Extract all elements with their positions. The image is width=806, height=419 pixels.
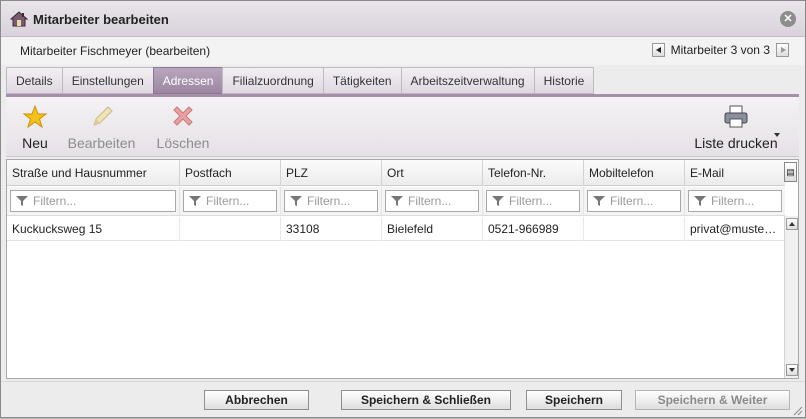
printer-icon (724, 105, 748, 128)
address-grid: Straße und Hausnummer Postfach PLZ Ort T… (6, 159, 799, 379)
scroll-up-icon[interactable] (786, 218, 798, 230)
save-button[interactable]: Speichern (526, 390, 622, 410)
funnel-icon (16, 196, 28, 206)
new-label: Neu (22, 135, 48, 151)
save-close-button[interactable]: Speichern & Schließen (341, 390, 511, 410)
column-header-postfach[interactable]: Postfach (180, 160, 281, 186)
funnel-icon (694, 196, 706, 206)
cell-ort: Bielefeld (382, 217, 483, 241)
grid-header: Straße und Hausnummer Postfach PLZ Ort T… (7, 160, 785, 186)
edit-employee-dialog: Mitarbeiter bearbeiten ✕ Mitarbeiter Fis… (0, 0, 806, 418)
tab-adressen[interactable]: Adressen (152, 67, 223, 94)
close-icon[interactable]: ✕ (780, 11, 796, 27)
cancel-button[interactable]: Abbrechen (204, 390, 309, 410)
column-header-mobiltelefon[interactable]: Mobiltelefon (584, 160, 685, 186)
delete-label: Löschen (156, 135, 210, 151)
house-icon (9, 11, 29, 27)
employee-caption: Mitarbeiter Fischmeyer (bearbeiten) (20, 44, 211, 58)
tab-arbeitszeitverwaltung[interactable]: Arbeitszeitverwaltung (400, 67, 534, 94)
column-chooser-icon[interactable]: ▤ (784, 162, 797, 182)
record-header: Mitarbeiter Fischmeyer (bearbeiten) Mita… (1, 37, 805, 65)
record-position: Mitarbeiter 3 von 3 (670, 43, 770, 57)
toolbar: Neu Bearbeiten Löschen Liste drucken (6, 97, 799, 157)
scroll-down-icon[interactable] (786, 364, 798, 376)
cell-telefon: 0521-966989 (483, 217, 584, 241)
filter-input[interactable]: Filtern... (688, 190, 782, 212)
cell-postfach (180, 217, 281, 241)
column-header-ort[interactable]: Ort (382, 160, 483, 186)
save-next-button[interactable]: Speichern & Weiter (635, 390, 790, 410)
filter-input[interactable]: Filtern... (486, 190, 580, 212)
cell-plz: 33108 (281, 217, 382, 241)
filter-input[interactable]: Filtern... (284, 190, 378, 212)
resize-grip-icon[interactable] (793, 405, 803, 416)
print-list-label: Liste drucken (694, 135, 778, 151)
column-header-plz[interactable]: PLZ (281, 160, 382, 186)
cell-mobiltelefon (584, 217, 685, 241)
record-navigator: Mitarbeiter 3 von 3 (651, 43, 789, 57)
dialog-footer: Abbrechen Speichern & Schließen Speicher… (1, 381, 805, 417)
cell-email: privat@muste… (690, 222, 777, 236)
funnel-icon (492, 196, 504, 206)
tab-filialzuordnung[interactable]: Filialzuordnung (222, 67, 323, 94)
chevron-down-icon[interactable] (774, 133, 780, 137)
window-title: Mitarbeiter bearbeiten (33, 12, 169, 27)
funnel-icon (391, 196, 403, 206)
funnel-icon (290, 196, 302, 206)
next-record-button[interactable] (776, 43, 789, 57)
cell-strasse: Kuckucksweg 15 (7, 217, 180, 241)
filter-input[interactable]: Filtern... (587, 190, 681, 212)
filter-input[interactable]: Filtern... (183, 190, 277, 212)
new-button[interactable]: Neu (15, 103, 55, 151)
delete-x-icon (173, 106, 193, 126)
filter-input[interactable]: Filtern... (10, 190, 176, 212)
filter-row: Filtern... Filtern... Filtern... Filtern… (7, 187, 785, 216)
column-header-strasse[interactable]: Straße und Hausnummer (7, 160, 180, 186)
edit-label: Bearbeiten (67, 135, 136, 151)
tab-historie[interactable]: Historie (533, 67, 595, 94)
tab-einstellungen[interactable]: Einstellungen (61, 67, 153, 94)
vertical-scrollbar[interactable] (784, 216, 798, 378)
funnel-icon (189, 196, 201, 206)
funnel-icon (593, 196, 605, 206)
tab-taetigkeiten[interactable]: Tätigkeiten (322, 67, 401, 94)
star-icon (22, 104, 48, 129)
pencil-icon (92, 106, 113, 126)
previous-record-button[interactable] (651, 43, 665, 57)
edit-button[interactable]: Bearbeiten (64, 103, 139, 151)
column-header-email[interactable]: E-Mail (685, 160, 785, 186)
table-row[interactable]: Kuckucksweg 15 33108 Bielefeld 0521-9669… (7, 217, 785, 241)
print-list-button[interactable]: Liste drucken (686, 103, 786, 151)
delete-button[interactable]: Löschen (152, 103, 214, 151)
filter-input[interactable]: Filtern... (385, 190, 479, 212)
tab-bar: Details Einstellungen Adressen Filialzuo… (6, 67, 595, 94)
title-bar[interactable]: Mitarbeiter bearbeiten ✕ (1, 1, 805, 37)
tab-details[interactable]: Details (6, 67, 62, 94)
column-header-telefon[interactable]: Telefon-Nr. (483, 160, 584, 186)
